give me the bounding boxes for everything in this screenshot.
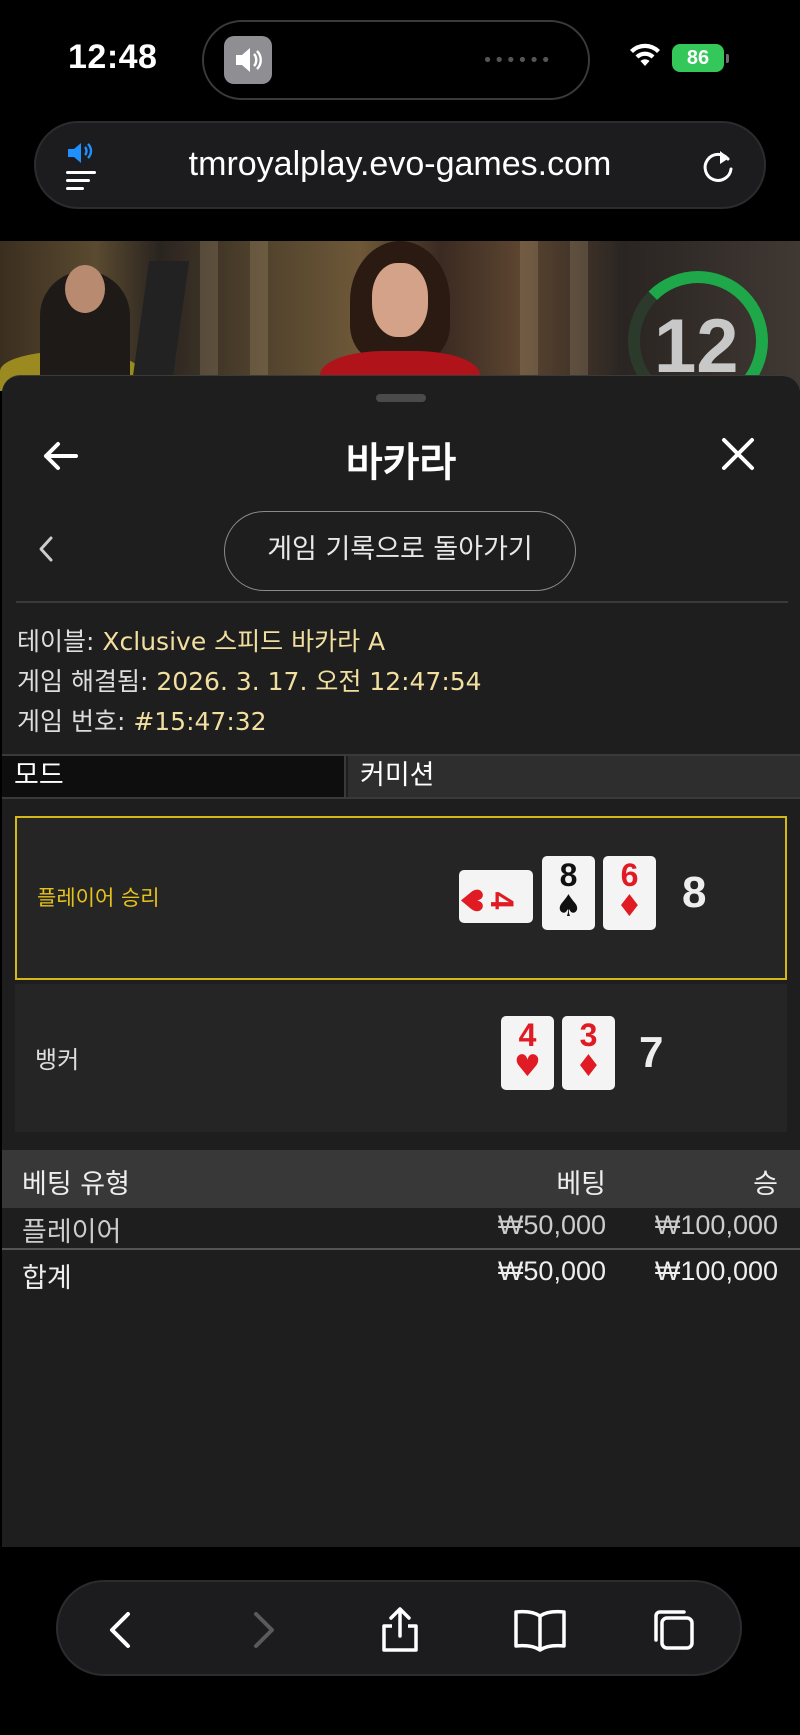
tabs-icon[interactable] — [650, 1606, 698, 1654]
header-win: 승 — [753, 1169, 778, 1200]
total-row: 합계 ₩50,000 ₩100,000 — [2, 1250, 800, 1294]
table-label: 테이블: — [17, 627, 95, 656]
wifi-icon — [628, 40, 662, 72]
bookmarks-icon[interactable] — [512, 1606, 566, 1654]
bet-type-cell: 플레이어 — [22, 1217, 122, 1248]
card-suit: ♦ — [616, 889, 643, 924]
player-card-2: 8 ♠ — [542, 856, 595, 930]
divider — [16, 601, 788, 603]
card-rank: 4 — [518, 1017, 537, 1053]
win-amount-cell: ₩100,000 — [654, 1210, 778, 1240]
banker-result-label: 뱅커 — [35, 1046, 80, 1074]
card-rank: 3 — [579, 1017, 598, 1053]
back-icon[interactable] — [98, 1606, 146, 1654]
card-suit: ♥ — [514, 1049, 541, 1084]
game-history-panel: 바카라 게임 기록으로 돌아가기 테이블: Xclusive 스피드 바카라 A… — [2, 375, 800, 1547]
resolved-info: 게임 해결됨: 2026. 3. 17. 오전 12:47:54 — [17, 662, 482, 698]
banker-card-1: 4 ♥ — [501, 1016, 554, 1090]
card-rank: 6 — [620, 857, 639, 893]
close-icon[interactable] — [718, 434, 758, 474]
page-title: 바카라 — [345, 440, 457, 486]
header-bet-type: 베팅 유형 — [22, 1169, 130, 1200]
bets-table-header: 베팅 유형 베팅 승 — [2, 1150, 800, 1208]
sheet-grabber[interactable] — [376, 394, 426, 402]
address-bar[interactable]: tmroyalplay.evo-games.com — [34, 121, 766, 209]
player-score: 8 — [682, 868, 707, 917]
mode-label: 모드 — [2, 756, 346, 797]
total-bet: ₩50,000 — [497, 1256, 606, 1286]
browser-toolbar — [56, 1580, 742, 1676]
mode-value: 커미션 — [348, 756, 800, 797]
total-label: 합계 — [22, 1263, 72, 1294]
forward-icon[interactable] — [238, 1606, 286, 1654]
chevron-left-icon[interactable] — [36, 534, 56, 564]
table-info: 테이블: Xclusive 스피드 바카라 A — [17, 622, 385, 658]
resolved-label: 게임 해결됨: — [17, 667, 149, 696]
card-rank: 8 — [559, 857, 578, 893]
url-text[interactable]: tmroyalplay.evo-games.com — [36, 145, 764, 184]
game-number-info: 게임 번호: #15:47:32 — [17, 702, 267, 738]
resolved-value: 2026. 3. 17. 오전 12:47:54 — [156, 667, 482, 696]
header-bet: 베팅 — [556, 1169, 606, 1200]
player-card-1: 4 ♥ — [453, 870, 533, 923]
player-result: 플레이어 승리 4 ♥ 8 ♠ 6 ♦ 8 — [15, 816, 787, 980]
table-row: 플레이어 ₩50,000 ₩100,000 — [2, 1206, 800, 1250]
card-suit: ♠ — [555, 889, 582, 924]
battery-level: 86 — [686, 47, 710, 69]
speaker-icon — [224, 36, 272, 84]
clock: 12:48 — [68, 38, 158, 76]
card-suit: ♥ — [453, 887, 488, 914]
mode-row: 모드 커미션 — [2, 754, 800, 799]
battery-icon: 86 — [672, 44, 729, 72]
banker-result: 뱅커 4 ♥ 3 ♦ 7 — [15, 984, 787, 1132]
panel-header: 바카라 — [2, 406, 800, 506]
total-win: ₩100,000 — [654, 1256, 778, 1286]
player-card-3: 6 ♦ — [603, 856, 656, 930]
share-icon[interactable] — [376, 1606, 424, 1654]
dealer — [320, 241, 480, 391]
bet-amount-cell: ₩50,000 — [497, 1210, 606, 1240]
game-number-value: #15:47:32 — [133, 707, 267, 736]
banker-card-2: 3 ♦ — [562, 1016, 615, 1090]
card-suit: ♦ — [575, 1049, 602, 1084]
banker-score: 7 — [639, 1028, 664, 1077]
card-rank: 4 — [484, 891, 520, 910]
game-number-label: 게임 번호: — [17, 707, 126, 736]
live-video[interactable]: 12 — [0, 241, 800, 391]
reload-icon[interactable] — [698, 147, 738, 191]
dynamic-island: •••••• — [202, 20, 590, 100]
table-value: Xclusive 스피드 바카라 A — [102, 627, 386, 656]
back-to-history-button[interactable]: 게임 기록으로 돌아가기 — [224, 511, 576, 591]
status-bar: 12:48 •••••• 86 — [0, 0, 800, 120]
activity-dots-icon: •••••• — [482, 50, 552, 71]
player-result-label: 플레이어 승리 — [37, 886, 160, 910]
